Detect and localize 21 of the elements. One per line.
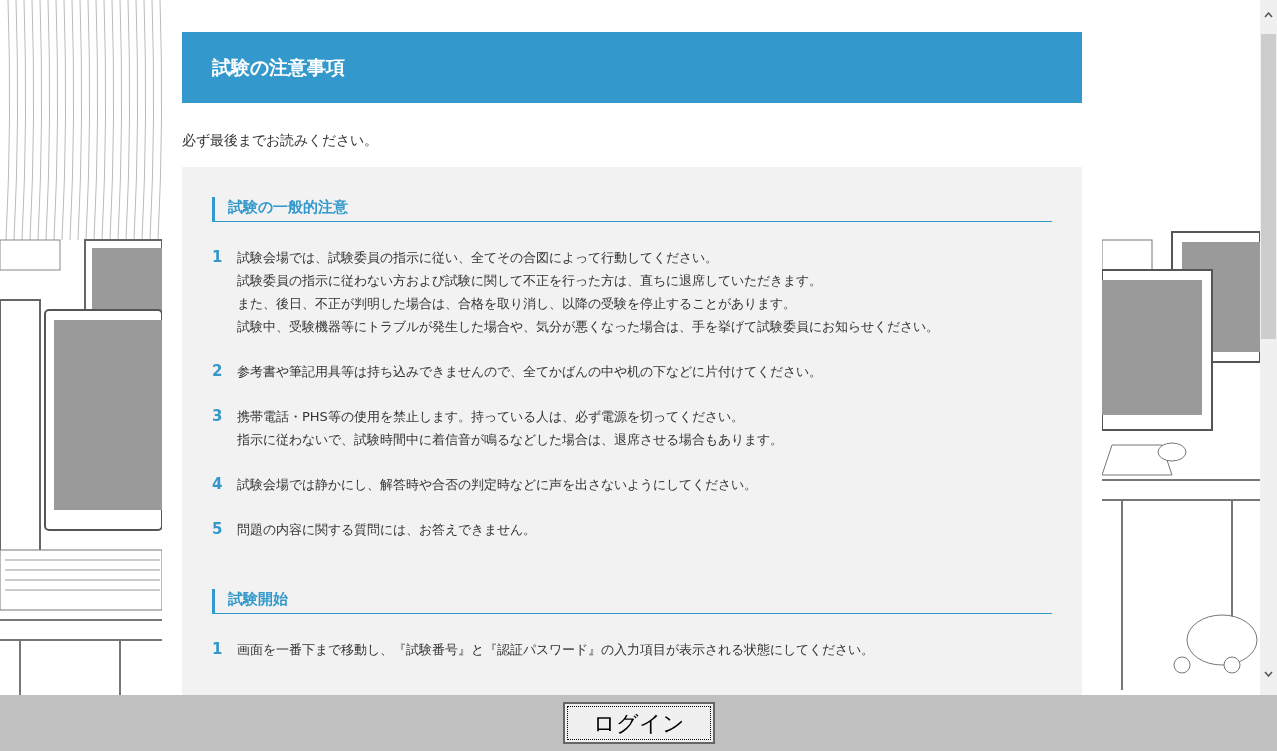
item-number: 1 [212, 639, 224, 660]
scroll-down-icon[interactable] [1264, 671, 1273, 677]
scroll-up-icon[interactable] [1264, 12, 1273, 18]
login-button[interactable]: ログイン [562, 702, 715, 744]
item-number: 2 [212, 361, 224, 382]
scrollbar-thumb[interactable] [1261, 34, 1276, 339]
notice-item-text: 問題の内容に関する質問には、お答えできません。 [237, 521, 536, 539]
notice-item-text: 試験会場では、試験委員の指示に従い、全てその合図によって行動してください。 試験委員の指示に従わない方および試験に関して不正を行った方は、直ちに退席していただきます。 また、後日、不正が判明した場合は、合格を取り消し、以降の受験を停止することがあります。 試験中、受験機器等にトラブルが発生した場合や、気分が悪くなった場合は、手を挙げて試験委員にお知らせください。 [237, 249, 939, 336]
item-number: 1 [212, 247, 224, 268]
section-heading: 試験開始 [212, 589, 1052, 614]
intro-text: 必ず最後までお読みください。 [182, 131, 379, 150]
item-number: 3 [212, 406, 224, 427]
notice-item-text: 携帯電話・PHS等の使用を禁止します。持っている人は、必ず電源を切ってください。 指示に従わないで、試験時間中に着信音が鳴るなどした場合は、退席させる場合もあります。 [237, 408, 783, 449]
item-number: 4 [212, 474, 224, 495]
notice-item-text: 参考書や筆記用具等は持ち込みできませんので、全てかばんの中や机の下などに片付けてください。 [237, 363, 822, 381]
scrollbar[interactable] [1260, 0, 1277, 695]
item-number: 5 [212, 519, 224, 540]
notice-title: 試験の注意事項 [212, 55, 345, 81]
notice-item-text: 画面を一番下まで移動し、『試験番号』と『認証パスワード』の入力項目が表示される状態にしてください。 [237, 641, 874, 659]
section-heading: 試験の一般的注意 [212, 197, 1052, 222]
notice-item-text: 試験会場では静かにし、解答時や合否の判定時などに声を出さないようにしてください。 [237, 476, 757, 494]
